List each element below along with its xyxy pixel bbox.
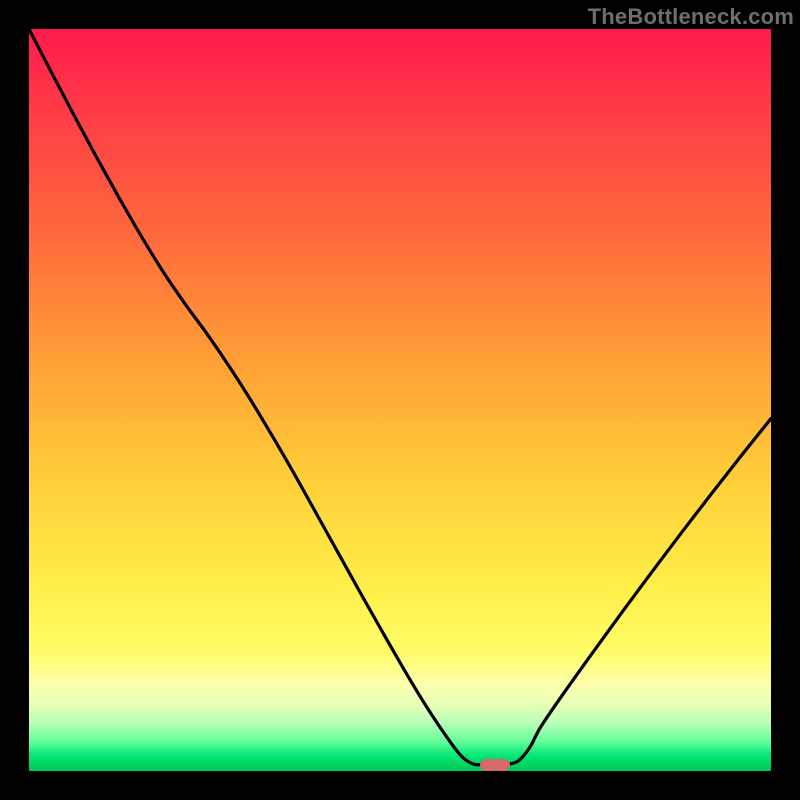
minimum-marker — [480, 759, 510, 771]
plot-area — [29, 29, 771, 771]
watermark-text: TheBottleneck.com — [588, 4, 794, 30]
chart-frame: TheBottleneck.com — [0, 0, 800, 800]
